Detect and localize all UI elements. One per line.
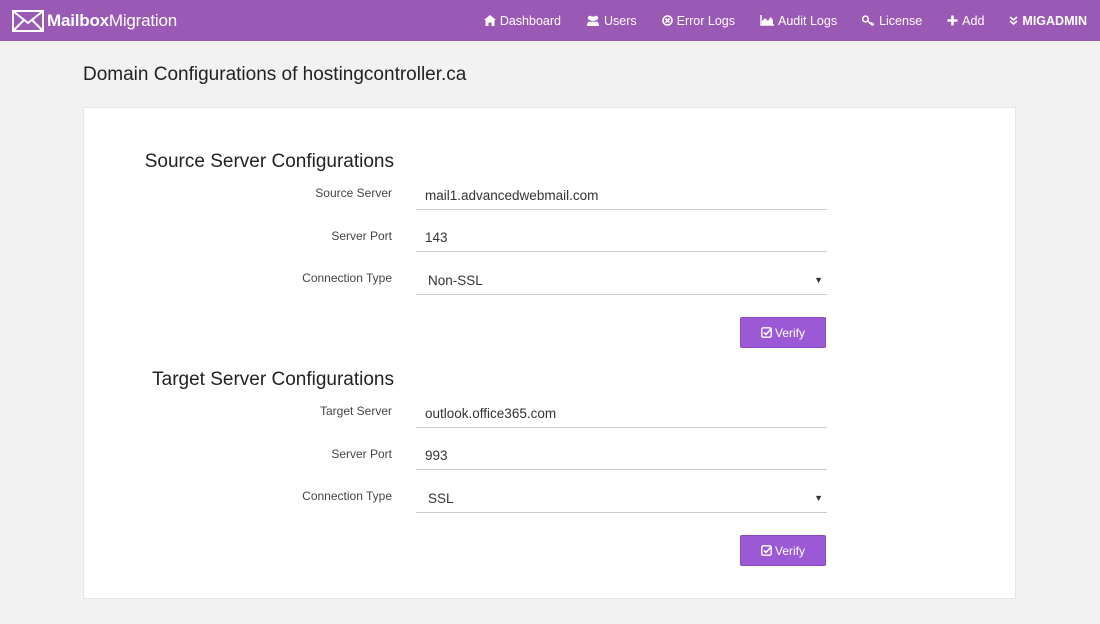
- nav-users[interactable]: Users: [586, 14, 637, 28]
- source-connection-type-label: Connection Type: [302, 271, 392, 285]
- nav-license[interactable]: License: [862, 14, 922, 28]
- source-port-label: Server Port: [331, 229, 392, 243]
- target-server-input[interactable]: [416, 399, 827, 428]
- source-verify-button[interactable]: Verify: [740, 317, 826, 348]
- page-title: Domain Configurations of hostingcontroll…: [83, 64, 467, 85]
- target-port-label: Server Port: [331, 447, 392, 461]
- source-section-title: Source Server Configurations: [144, 151, 394, 172]
- target-section-title: Target Server Configurations: [152, 369, 394, 390]
- target-port-input[interactable]: [416, 441, 827, 470]
- check-square-icon: [761, 545, 772, 556]
- nav-audit-logs-label: Audit Logs: [778, 13, 838, 28]
- caret-down-icon: ▼: [814, 275, 823, 285]
- nav-add-label: Add: [962, 13, 985, 28]
- source-verify-label: Verify: [774, 325, 805, 340]
- target-connection-type-select[interactable]: SSL ▼: [416, 484, 827, 513]
- nav-error-logs[interactable]: Error Logs: [661, 13, 735, 28]
- source-server-input[interactable]: [416, 181, 827, 210]
- nav-error-logs-label: Error Logs: [676, 13, 735, 28]
- nav-dashboard[interactable]: Dashboard: [483, 13, 561, 28]
- envelope-icon: [12, 10, 44, 32]
- key-icon: [862, 15, 875, 26]
- nav-license-label: License: [879, 13, 923, 28]
- target-verify-label: Verify: [774, 543, 805, 558]
- double-chevron-down-icon: [1009, 16, 1018, 25]
- area-chart-icon: [760, 15, 774, 26]
- config-panel: Source Server Configurations Source Serv…: [83, 107, 1016, 599]
- nav-users-label: Users: [603, 13, 637, 28]
- brand-name: MailboxMigration: [47, 11, 178, 30]
- nav-menu: Dashboard Users Error Logs Audit Logs Li…: [459, 0, 1087, 41]
- source-port-input[interactable]: [416, 223, 827, 252]
- source-server-label: Source Server: [315, 186, 392, 200]
- target-connection-type-value: SSL: [428, 491, 454, 506]
- target-connection-type-label: Connection Type: [302, 489, 392, 503]
- check-square-icon: [761, 327, 772, 338]
- nav-audit-logs[interactable]: Audit Logs: [760, 14, 837, 28]
- user-menu[interactable]: MIGADMIN: [1009, 14, 1087, 28]
- brand-logo[interactable]: MailboxMigration: [12, 9, 177, 33]
- users-icon: [586, 15, 600, 26]
- user-menu-label: MIGADMIN: [1022, 13, 1087, 28]
- home-icon: [483, 15, 496, 26]
- source-connection-type-value: Non-SSL: [428, 273, 483, 288]
- caret-down-icon: ▼: [814, 493, 823, 503]
- target-server-label: Target Server: [319, 404, 392, 418]
- plus-icon: [947, 15, 958, 26]
- nav-add[interactable]: Add: [947, 14, 984, 28]
- nav-dashboard-label: Dashboard: [499, 13, 561, 28]
- target-verify-button[interactable]: Verify: [740, 535, 826, 566]
- top-navbar: MailboxMigration Dashboard Users Error L…: [0, 0, 1100, 41]
- error-circle-icon: [661, 15, 673, 26]
- source-connection-type-select[interactable]: Non-SSL ▼: [416, 266, 827, 295]
